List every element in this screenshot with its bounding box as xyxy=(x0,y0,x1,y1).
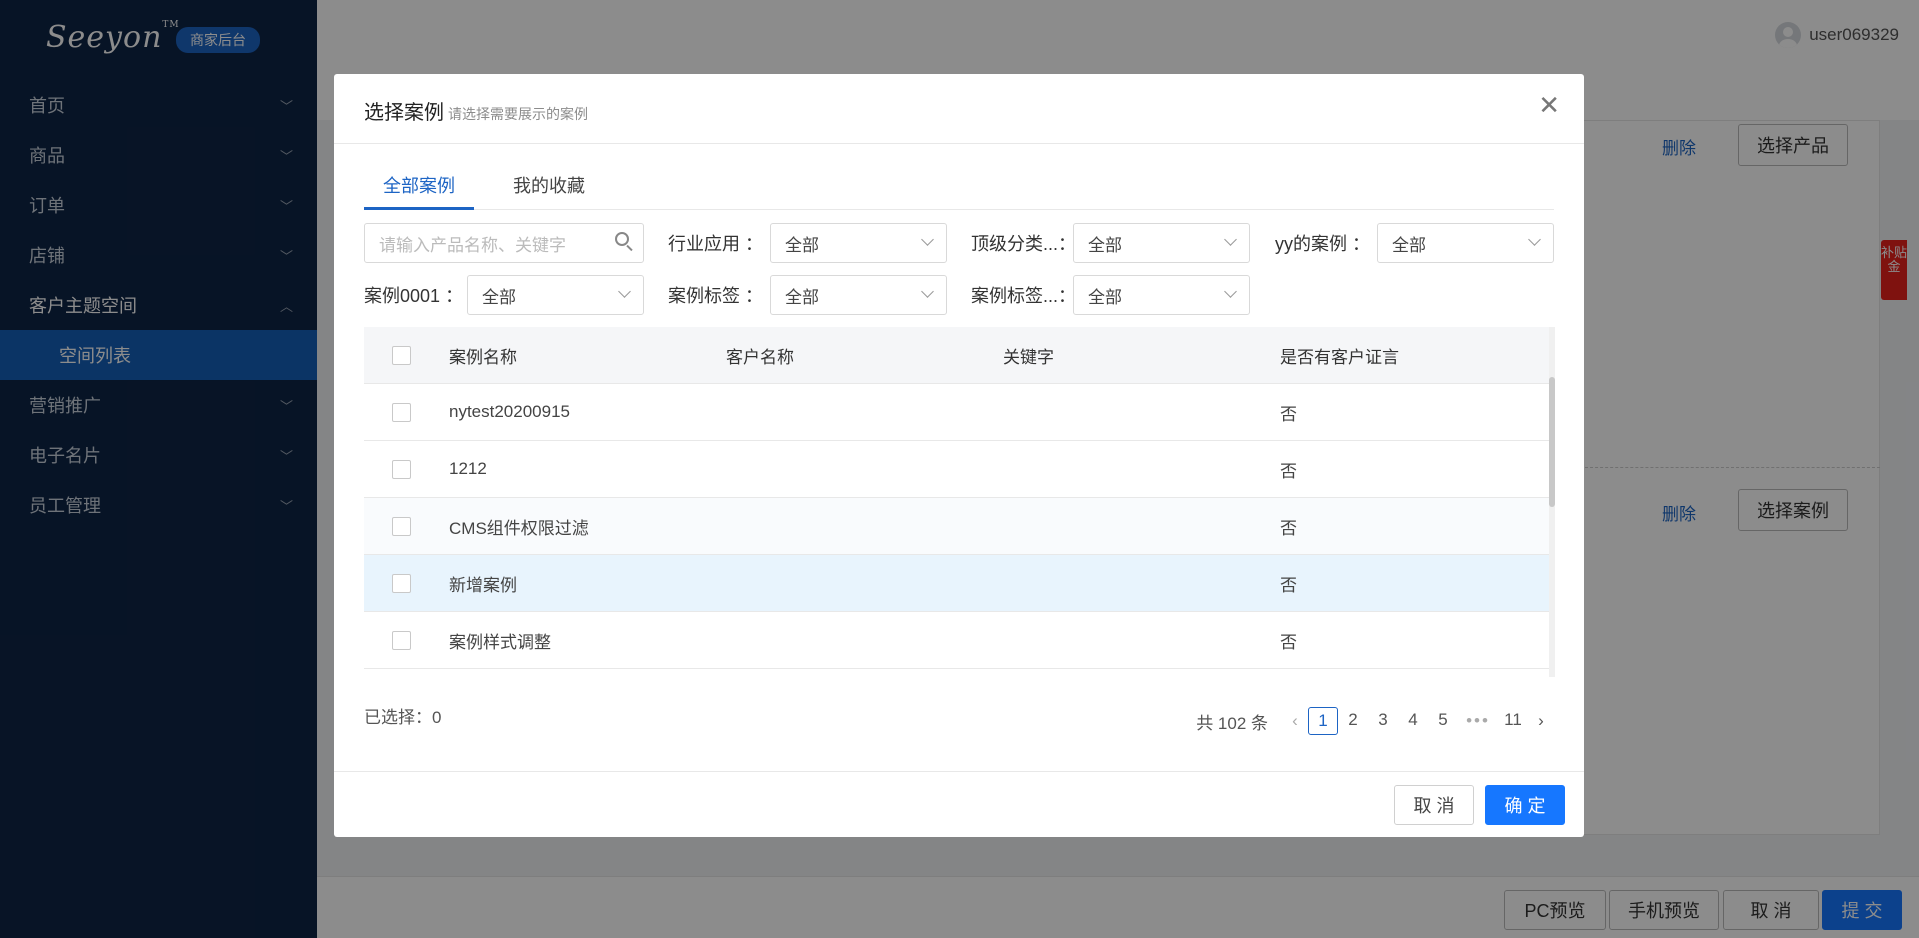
chevron-down-icon xyxy=(1224,233,1237,246)
filter-case-tag-select[interactable]: 全部 xyxy=(770,275,947,315)
page-2[interactable]: 2 xyxy=(1338,707,1368,735)
scrollbar-thumb[interactable] xyxy=(1549,377,1555,507)
page-last[interactable]: 11 xyxy=(1498,707,1528,735)
filter-label-top-category: 顶级分类...： xyxy=(971,234,1077,254)
prev-page-icon[interactable]: ‹ xyxy=(1282,711,1308,731)
modal-subtitle: 请选择需要展示的案例 xyxy=(448,106,588,122)
column-header-keyword: 关键字 xyxy=(1003,347,1054,367)
case-table: 案例名称 客户名称 关键字 是否有客户证言 nytest20200915 否 1… xyxy=(364,327,1551,669)
total-count: 共 102 条 xyxy=(1196,713,1268,733)
select-all-checkbox[interactable] xyxy=(392,345,411,365)
search-input[interactable]: 请输入产品名称、关键字 xyxy=(364,223,644,263)
filter-top-category-select[interactable]: 全部 xyxy=(1073,223,1250,263)
column-header-testimony: 是否有客户证言 xyxy=(1280,347,1399,367)
page-3[interactable]: 3 xyxy=(1368,707,1398,735)
modal-footer: 取 消 确 定 xyxy=(334,771,1584,837)
table-row[interactable]: CMS组件权限过滤 否 xyxy=(364,498,1551,555)
modal-cancel-button[interactable]: 取 消 xyxy=(1394,785,1474,825)
filter-label-case0001: 案例0001 ： xyxy=(364,286,464,306)
page-1[interactable]: 1 xyxy=(1308,707,1338,735)
table-row[interactable]: 1212 否 xyxy=(364,441,1551,498)
filter-industry-select[interactable]: 全部 xyxy=(770,223,947,263)
modal-tabs: 全部案例 我的收藏 xyxy=(364,164,1554,210)
row-checkbox[interactable] xyxy=(392,516,411,536)
modal-title: 选择案例 请选择需要展示的案例 xyxy=(364,102,588,124)
row-checkbox[interactable] xyxy=(392,573,411,593)
chevron-down-icon xyxy=(1224,285,1237,298)
tab-all-cases[interactable]: 全部案例 xyxy=(364,164,474,210)
row-checkbox[interactable] xyxy=(392,459,411,479)
page-ellipsis[interactable]: ••• xyxy=(1458,711,1498,731)
chevron-down-icon xyxy=(1528,233,1541,246)
chevron-down-icon xyxy=(921,233,934,246)
search-icon[interactable] xyxy=(615,232,629,246)
next-page-icon[interactable]: › xyxy=(1528,711,1554,731)
page-5[interactable]: 5 xyxy=(1428,707,1458,735)
selected-count: 已选择：0 xyxy=(364,708,442,727)
filter-label-industry: 行业应用 ： xyxy=(668,234,764,254)
table-header: 案例名称 客户名称 关键字 是否有客户证言 xyxy=(364,327,1551,384)
table-scrollbar[interactable] xyxy=(1549,327,1555,677)
modal-header: 选择案例 请选择需要展示的案例 ✕ xyxy=(334,74,1584,144)
column-header-case-name: 案例名称 xyxy=(449,347,517,367)
select-case-modal: 选择案例 请选择需要展示的案例 ✕ 全部案例 我的收藏 请输入产品名称、关键字 行… xyxy=(334,74,1584,837)
filter-yy-cases-select[interactable]: 全部 xyxy=(1377,223,1554,263)
chevron-down-icon xyxy=(618,285,631,298)
row-checkbox[interactable] xyxy=(392,402,411,422)
filter-label-case-tag-2: 案例标签...： xyxy=(971,286,1077,306)
pagination: 共 102 条 ‹ 1 2 3 4 5 ••• 11 › xyxy=(1196,707,1554,735)
tab-my-favorites[interactable]: 我的收藏 xyxy=(494,164,604,210)
page-4[interactable]: 4 xyxy=(1398,707,1428,735)
filter-label-yy-cases: yy的案例 ： xyxy=(1275,234,1371,254)
close-icon[interactable]: ✕ xyxy=(1538,90,1560,121)
column-header-customer: 客户名称 xyxy=(726,347,794,367)
table-row[interactable]: 新增案例 否 xyxy=(364,555,1551,612)
filter-label-case-tag: 案例标签 ： xyxy=(668,286,764,306)
filter-case0001-select[interactable]: 全部 xyxy=(467,275,644,315)
modal-ok-button[interactable]: 确 定 xyxy=(1485,785,1565,825)
filter-case-tag-2-select[interactable]: 全部 xyxy=(1073,275,1250,315)
row-checkbox[interactable] xyxy=(392,630,411,650)
table-row[interactable]: nytest20200915 否 xyxy=(364,384,1551,441)
chevron-down-icon xyxy=(921,285,934,298)
table-row[interactable]: 案例样式调整 否 xyxy=(364,612,1551,669)
